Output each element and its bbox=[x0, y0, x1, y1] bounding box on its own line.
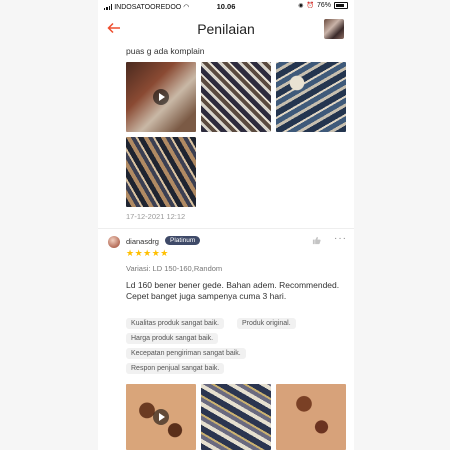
review-tag: Respon penjual sangat baik. bbox=[126, 363, 225, 374]
more-options-icon[interactable]: ··· bbox=[334, 233, 347, 244]
alarm-icon: ⏰ bbox=[306, 3, 314, 9]
thumbs-up-icon[interactable] bbox=[312, 236, 321, 247]
review-photo[interactable] bbox=[126, 137, 196, 207]
review-photo[interactable] bbox=[201, 384, 271, 450]
review-tag: Harga produk sangat baik. bbox=[126, 333, 219, 344]
location-icon: ◉ bbox=[298, 3, 304, 9]
status-right: ◉ ⏰ 76% bbox=[298, 2, 348, 9]
battery-icon bbox=[334, 2, 348, 9]
review-photo[interactable] bbox=[201, 62, 271, 132]
status-bar: INDOSATOOREDOO ◠ 10.06 ◉ ⏰ 76% bbox=[98, 0, 354, 14]
variation-label: Variasi: LD 150-160,Random bbox=[126, 264, 223, 273]
page-title: Penilaian bbox=[197, 21, 255, 37]
play-icon[interactable] bbox=[153, 89, 169, 105]
review-date: 17-12-2021 12:12 bbox=[126, 212, 186, 221]
phone-screen: INDOSATOOREDOO ◠ 10.06 ◉ ⏰ 76% Penilaian… bbox=[98, 0, 354, 450]
review-photo[interactable] bbox=[276, 384, 346, 450]
rating-stars: ★★★★★ bbox=[126, 248, 169, 258]
review-tag: Kecepatan pengiriman sangat baik. bbox=[126, 348, 246, 359]
review-photo[interactable] bbox=[276, 62, 346, 132]
review-video-thumbnail[interactable] bbox=[126, 384, 196, 450]
review-divider bbox=[98, 228, 354, 229]
status-badge: Platinum bbox=[165, 236, 201, 245]
product-thumbnail[interactable] bbox=[324, 19, 344, 39]
header: Penilaian bbox=[98, 14, 354, 44]
avatar[interactable] bbox=[108, 236, 120, 248]
review-text: puas g ada komplain bbox=[126, 46, 205, 56]
review-tag: Produk original. bbox=[237, 318, 296, 329]
review-comment: Ld 160 bener bener gede. Bahan adem. Rec… bbox=[126, 280, 340, 301]
battery-percent: 76% bbox=[316, 2, 331, 9]
review-tag: Kualitas produk sangat baik. bbox=[126, 318, 224, 329]
review-video-thumbnail[interactable] bbox=[126, 62, 196, 132]
play-icon[interactable] bbox=[153, 409, 169, 425]
reviewer-name: dianasdrg bbox=[126, 237, 159, 246]
